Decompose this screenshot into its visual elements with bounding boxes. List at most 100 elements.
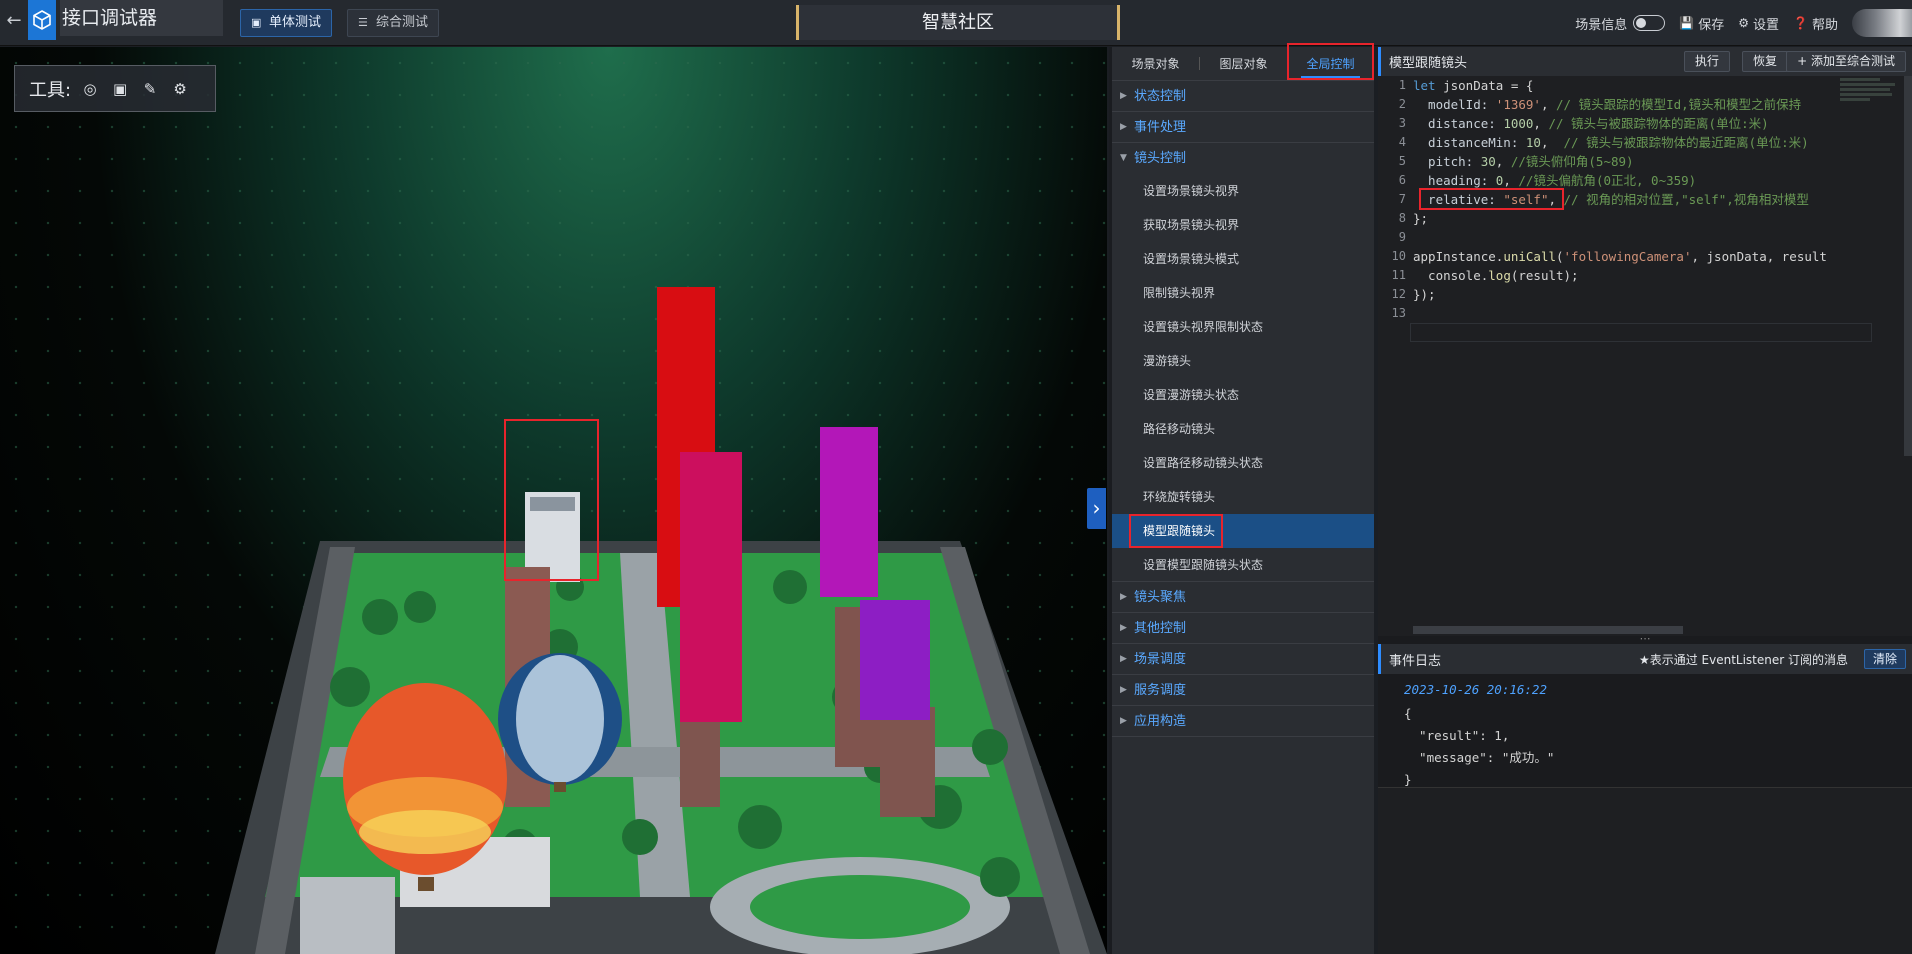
menu-item[interactable]: 设置镜头视界限制状态 (1112, 310, 1374, 344)
code-token: 10 (1525, 135, 1541, 150)
group-label: 服务调度 (1134, 683, 1187, 698)
group-other-control[interactable]: ▶ 其他控制 (1112, 613, 1374, 644)
menu-item[interactable]: 限制镜头视界 (1112, 276, 1374, 310)
group-app-construct[interactable]: ▶ 应用构造 (1112, 706, 1374, 737)
gear-icon: ⚙ (1738, 16, 1750, 30)
scene-info-toggle[interactable]: 场景信息 (1575, 14, 1666, 33)
line-number-gutter: 1 2 3 4 5 6 7 8 9 10 11 12 13 (1378, 76, 1408, 636)
save-button[interactable]: 💾 保存 (1679, 14, 1724, 33)
toggle-knob (1636, 18, 1647, 28)
save-icon: 💾 (1679, 16, 1695, 30)
tab-highlight-box (1287, 43, 1374, 80)
code-token: distance: (1413, 116, 1504, 131)
code-comment: // 镜头与被跟踪物体的最近距离(单位:米) (1563, 135, 1809, 150)
caret-right-icon: ▶ (1120, 685, 1127, 695)
code-highlight-box (1419, 188, 1564, 210)
restore-button[interactable]: 恢复 (1741, 51, 1788, 72)
minimap-line (1840, 88, 1890, 91)
run-button-real[interactable]: 执行 (1683, 51, 1730, 72)
group-state-control[interactable]: ▶ 状态控制 (1112, 81, 1374, 112)
code-token: modelId: (1413, 97, 1496, 112)
pen-icon[interactable]: ✎ (139, 78, 161, 100)
cube-icon: ▣ (251, 16, 262, 29)
menu-item[interactable]: 设置场景镜头模式 (1112, 242, 1374, 276)
editor-header: 模型跟随镜头 执行 恢复 + 添加至综合测试 (1378, 47, 1912, 76)
code-line: relative: "self", // 视角的相对位置,"self",视角相对… (1413, 188, 1873, 210)
caret-right-icon: ▶ (1120, 654, 1127, 664)
group-camera-control[interactable]: ▼ 镜头控制 (1112, 143, 1374, 174)
menu-item[interactable]: 设置漫游镜头状态 (1112, 378, 1374, 412)
line-number: 6 (1398, 173, 1406, 187)
chevron-right-icon[interactable]: › (1087, 488, 1106, 529)
gears-icon[interactable]: ⚙ (169, 78, 191, 100)
add-label: 添加至综合测试 (1810, 54, 1895, 68)
tab-scene-objects[interactable]: 场景对象 (1112, 47, 1199, 80)
clear-log-button[interactable]: 清除 (1863, 649, 1906, 669)
code-token: 'followingCamera' (1563, 249, 1692, 264)
menu-item-selected[interactable]: 模型跟随镜头 (1112, 514, 1374, 548)
code-token: , jsonData, result (1691, 249, 1827, 264)
run-label: 执行 (1694, 54, 1719, 68)
plus-icon: + (1797, 54, 1811, 68)
menu-item[interactable]: 环绕旋转镜头 (1112, 480, 1374, 514)
arrow-left-icon[interactable]: ← (4, 10, 24, 32)
line-number: 13 (1391, 306, 1406, 320)
panel-splitter[interactable]: ⋯ (1378, 633, 1912, 644)
code-line: let jsonData = { (1413, 76, 1873, 95)
group-scene-dispatch[interactable]: ▶ 场景调度 (1112, 644, 1374, 675)
focus-frame-icon[interactable]: ▣ (109, 78, 131, 100)
menu-item[interactable]: 路径移动镜头 (1112, 412, 1374, 446)
menu-item[interactable]: 设置路径移动镜头状态 (1112, 446, 1374, 480)
add-to-integrated-test-button[interactable]: + 添加至综合测试 (1786, 51, 1906, 72)
line-number: 9 (1398, 230, 1406, 244)
code-token: jsonData = { (1435, 78, 1534, 93)
menu-item[interactable]: 设置场景镜头视界 (1112, 174, 1374, 208)
code-token: 1000 (1503, 116, 1534, 131)
group-event-handling[interactable]: ▶ 事件处理 (1112, 112, 1374, 143)
scene-viewport[interactable]: 工具: ◎ ▣ ✎ ⚙ › (0, 47, 1107, 954)
location-pin-icon[interactable]: ◎ (79, 78, 101, 100)
group-label: 其他控制 (1134, 621, 1187, 636)
help-label: 帮助 (1811, 17, 1838, 33)
event-log-header: 事件日志 ★表示通过 EventListener 订阅的消息 清除 (1378, 644, 1912, 674)
menu-item[interactable]: 获取场景镜头视界 (1112, 208, 1374, 242)
group-camera-focus[interactable]: ▶ 镜头聚焦 (1112, 582, 1374, 613)
code-token: '1369' (1495, 97, 1541, 112)
tab-layer-objects[interactable]: 图层对象 (1200, 47, 1287, 80)
group-service-dispatch[interactable]: ▶ 服务调度 (1112, 675, 1374, 706)
line-number: 3 (1398, 116, 1406, 130)
tab-unit-test[interactable]: ▣ 单体测试 (240, 9, 333, 37)
help-icon: ❓ (1793, 16, 1808, 30)
save-label: 保存 (1698, 17, 1725, 33)
minimap-line (1840, 83, 1895, 86)
code-token: , (1533, 116, 1549, 131)
caret-right-icon: ▶ (1120, 122, 1127, 132)
caret-right-icon: ▶ (1120, 716, 1127, 726)
help-button[interactable]: ❓ 帮助 (1793, 14, 1838, 33)
avatar[interactable] (1852, 9, 1912, 37)
current-line-indicator (1410, 323, 1872, 342)
group-label: 应用构造 (1134, 714, 1187, 729)
code-editor[interactable]: 1 2 3 4 5 6 7 8 9 10 11 12 13 let jsonDa… (1378, 76, 1912, 636)
group-label: 状态控制 (1134, 89, 1187, 104)
code-token: distanceMin: (1413, 135, 1526, 150)
tab-integrated-test[interactable]: ☰ 综合测试 (347, 9, 440, 37)
menu-item[interactable]: 漫游镜头 (1112, 344, 1374, 378)
code-minimap[interactable] (1840, 76, 1900, 156)
code-comment: // 视角的相对位置,"self",视角相对模型 (1563, 192, 1809, 207)
group-label: 场景调度 (1134, 652, 1187, 667)
code-comment: //镜头俯仰角(5~89) (1510, 154, 1634, 169)
code-line: modelId: '1369', // 镜头跟踪的模型Id,镜头和模型之前保持 (1413, 95, 1873, 114)
menu-item[interactable]: 设置模型跟随镜头状态 (1112, 548, 1374, 582)
settings-button[interactable]: ⚙ 设置 (1738, 14, 1779, 33)
scene-title: 智慧社区 (796, 5, 1120, 40)
toggle-switch[interactable] (1633, 15, 1666, 31)
code-token: pitch: (1413, 154, 1481, 169)
vertical-scrollbar[interactable] (1904, 76, 1912, 456)
top-right-actions: 场景信息 💾 保存 ⚙ 设置 ❓ 帮助 (1575, 0, 1912, 46)
event-log-body: 2023-10-26 20:16:22 { "result": 1, "mess… (1378, 674, 1912, 788)
code-token: , (1495, 154, 1511, 169)
tab-unit-test-label: 单体测试 (269, 15, 322, 30)
